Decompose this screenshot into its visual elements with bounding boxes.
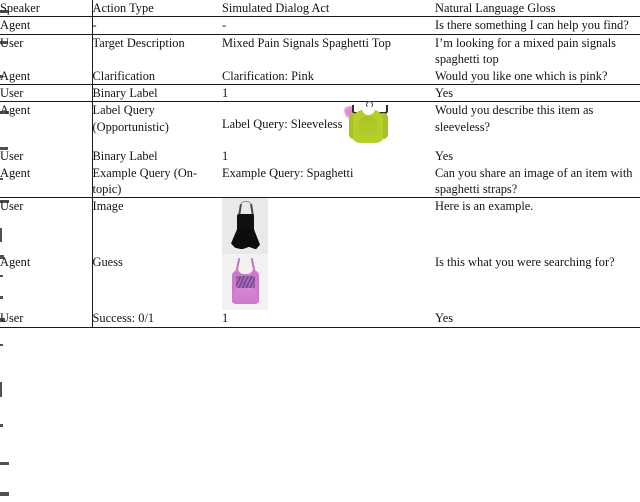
table-body: Agent - - Is there something I can help …: [0, 16, 640, 328]
cell-dialog-act: Clarification: Pink: [222, 68, 314, 83]
cell-speaker: Agent: [0, 68, 31, 83]
table-row: Agent Example Query (On-topic) Example Q…: [0, 164, 640, 198]
scan-edge-artifacts: [0, 0, 10, 502]
cell-gloss: Would you describe this item as sleevele…: [435, 101, 640, 149]
cell-dialog-act: -: [222, 18, 227, 33]
black-spaghetti-strap-dress-thumbnail: [222, 198, 268, 255]
dialog-transcript-table: Speaker Action Type Simulated Dialog Act…: [0, 0, 640, 328]
cell-speaker: Agent: [0, 18, 31, 33]
dress-skirt: [231, 228, 260, 250]
pink-graphic-tank-top-thumbnail: [222, 254, 268, 311]
column-header-speaker: Speaker: [0, 1, 40, 15]
cell-dialog-act: 1: [222, 149, 229, 164]
cell-action-type: Clarification: [91, 67, 222, 85]
cell-action-type: Binary Label: [91, 83, 222, 102]
cell-speaker: Agent: [0, 165, 31, 180]
cell-gloss: Yes: [435, 310, 640, 328]
table-row: Agent - - Is there something I can help …: [0, 16, 640, 35]
cell-gloss: Yes: [435, 83, 640, 102]
table-row: User Target Description Mixed Pain Signa…: [0, 33, 640, 68]
cell-gloss: I’m looking for a mixed pain signals spa…: [435, 33, 640, 68]
cell-action-type: Success: 0/1: [91, 310, 222, 328]
table-row: User Binary Label 1 Yes: [0, 83, 640, 102]
column-header-action-type: Action Type: [91, 0, 222, 17]
cell-action-type: Label Query (Opportunistic): [91, 101, 222, 149]
cell-gloss: Yes: [435, 149, 454, 164]
cell-gloss: Is there something I can help you find?: [435, 18, 629, 33]
table-row: User Success: 0/1 1 Yes: [0, 310, 640, 328]
column-header-natural-language-gloss: Natural Language Gloss: [435, 1, 556, 15]
cell-action-type: Example Query (On-topic): [91, 164, 222, 198]
graphic-print: [236, 276, 255, 289]
tank-shading: [234, 288, 257, 304]
cell-speaker: Agent: [0, 255, 31, 270]
cell-gloss: Can you share an image of an item with s…: [435, 165, 633, 196]
cell-action-type: Image: [91, 197, 222, 255]
cell-speaker: User: [0, 33, 92, 68]
cell-dialog-act: 1: [222, 310, 435, 328]
cell-gloss: Would you like one which is pink?: [435, 68, 608, 83]
cell-action-type: -: [91, 16, 222, 35]
cell-action-type: Binary Label: [91, 148, 222, 165]
table-row: User Image Here is an example.: [0, 197, 640, 255]
table-row: Agent Clarification Clarification: Pink …: [0, 67, 640, 85]
cell-speaker: User: [0, 310, 92, 328]
column-header-simulated-dialog-act: Simulated Dialog Act: [222, 1, 330, 15]
cell-speaker: User: [0, 83, 92, 102]
cell-gloss: Is this what you were searching for?: [435, 255, 615, 270]
cell-dialog-act: 1: [222, 83, 435, 102]
dialog-act-text: Label Query: Sleeveless: [222, 117, 343, 132]
cell-action-type: Target Description: [91, 33, 222, 68]
green-sleeveless-top-thumbnail: [343, 100, 391, 148]
cell-speaker: Agent: [0, 101, 92, 149]
cell-speaker: User: [0, 197, 92, 255]
cell-dialog-act: [222, 197, 435, 255]
garment-shading: [359, 116, 378, 142]
table-header-row: Speaker Action Type Simulated Dialog Act…: [0, 0, 640, 17]
cell-dialog-act: Label Query: Sleeveless: [222, 100, 435, 149]
table-row: Agent Guess Is this what you were search…: [0, 254, 640, 311]
cell-dialog-act: [222, 254, 435, 311]
cell-action-type: Guess: [91, 254, 222, 311]
cell-dialog-act: Mixed Pain Signals Spaghetti Top: [222, 33, 435, 68]
table-row: User Binary Label 1 Yes: [0, 148, 640, 165]
table-header: Speaker Action Type Simulated Dialog Act…: [0, 0, 640, 17]
cell-speaker: User: [0, 149, 24, 164]
cell-dialog-act: Example Query: Spaghetti: [222, 165, 354, 180]
table-row: Agent Label Query (Opportunistic) Label …: [0, 100, 640, 149]
cell-gloss: Here is an example.: [435, 197, 640, 255]
